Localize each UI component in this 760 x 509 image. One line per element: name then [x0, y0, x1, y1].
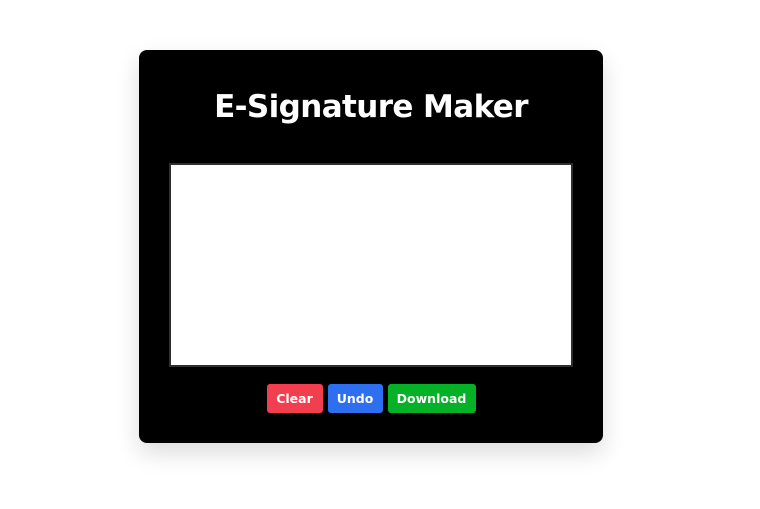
download-button[interactable]: Download — [387, 384, 476, 413]
page-title: E-Signature Maker — [214, 89, 528, 125]
signature-canvas[interactable] — [171, 165, 571, 365]
signature-pad[interactable] — [169, 163, 573, 367]
button-row: Clear Undo Download — [139, 384, 603, 413]
undo-button[interactable]: Undo — [327, 384, 383, 413]
clear-button[interactable]: Clear — [266, 384, 323, 413]
signature-card: E-Signature Maker Clear Undo Download — [139, 50, 603, 443]
